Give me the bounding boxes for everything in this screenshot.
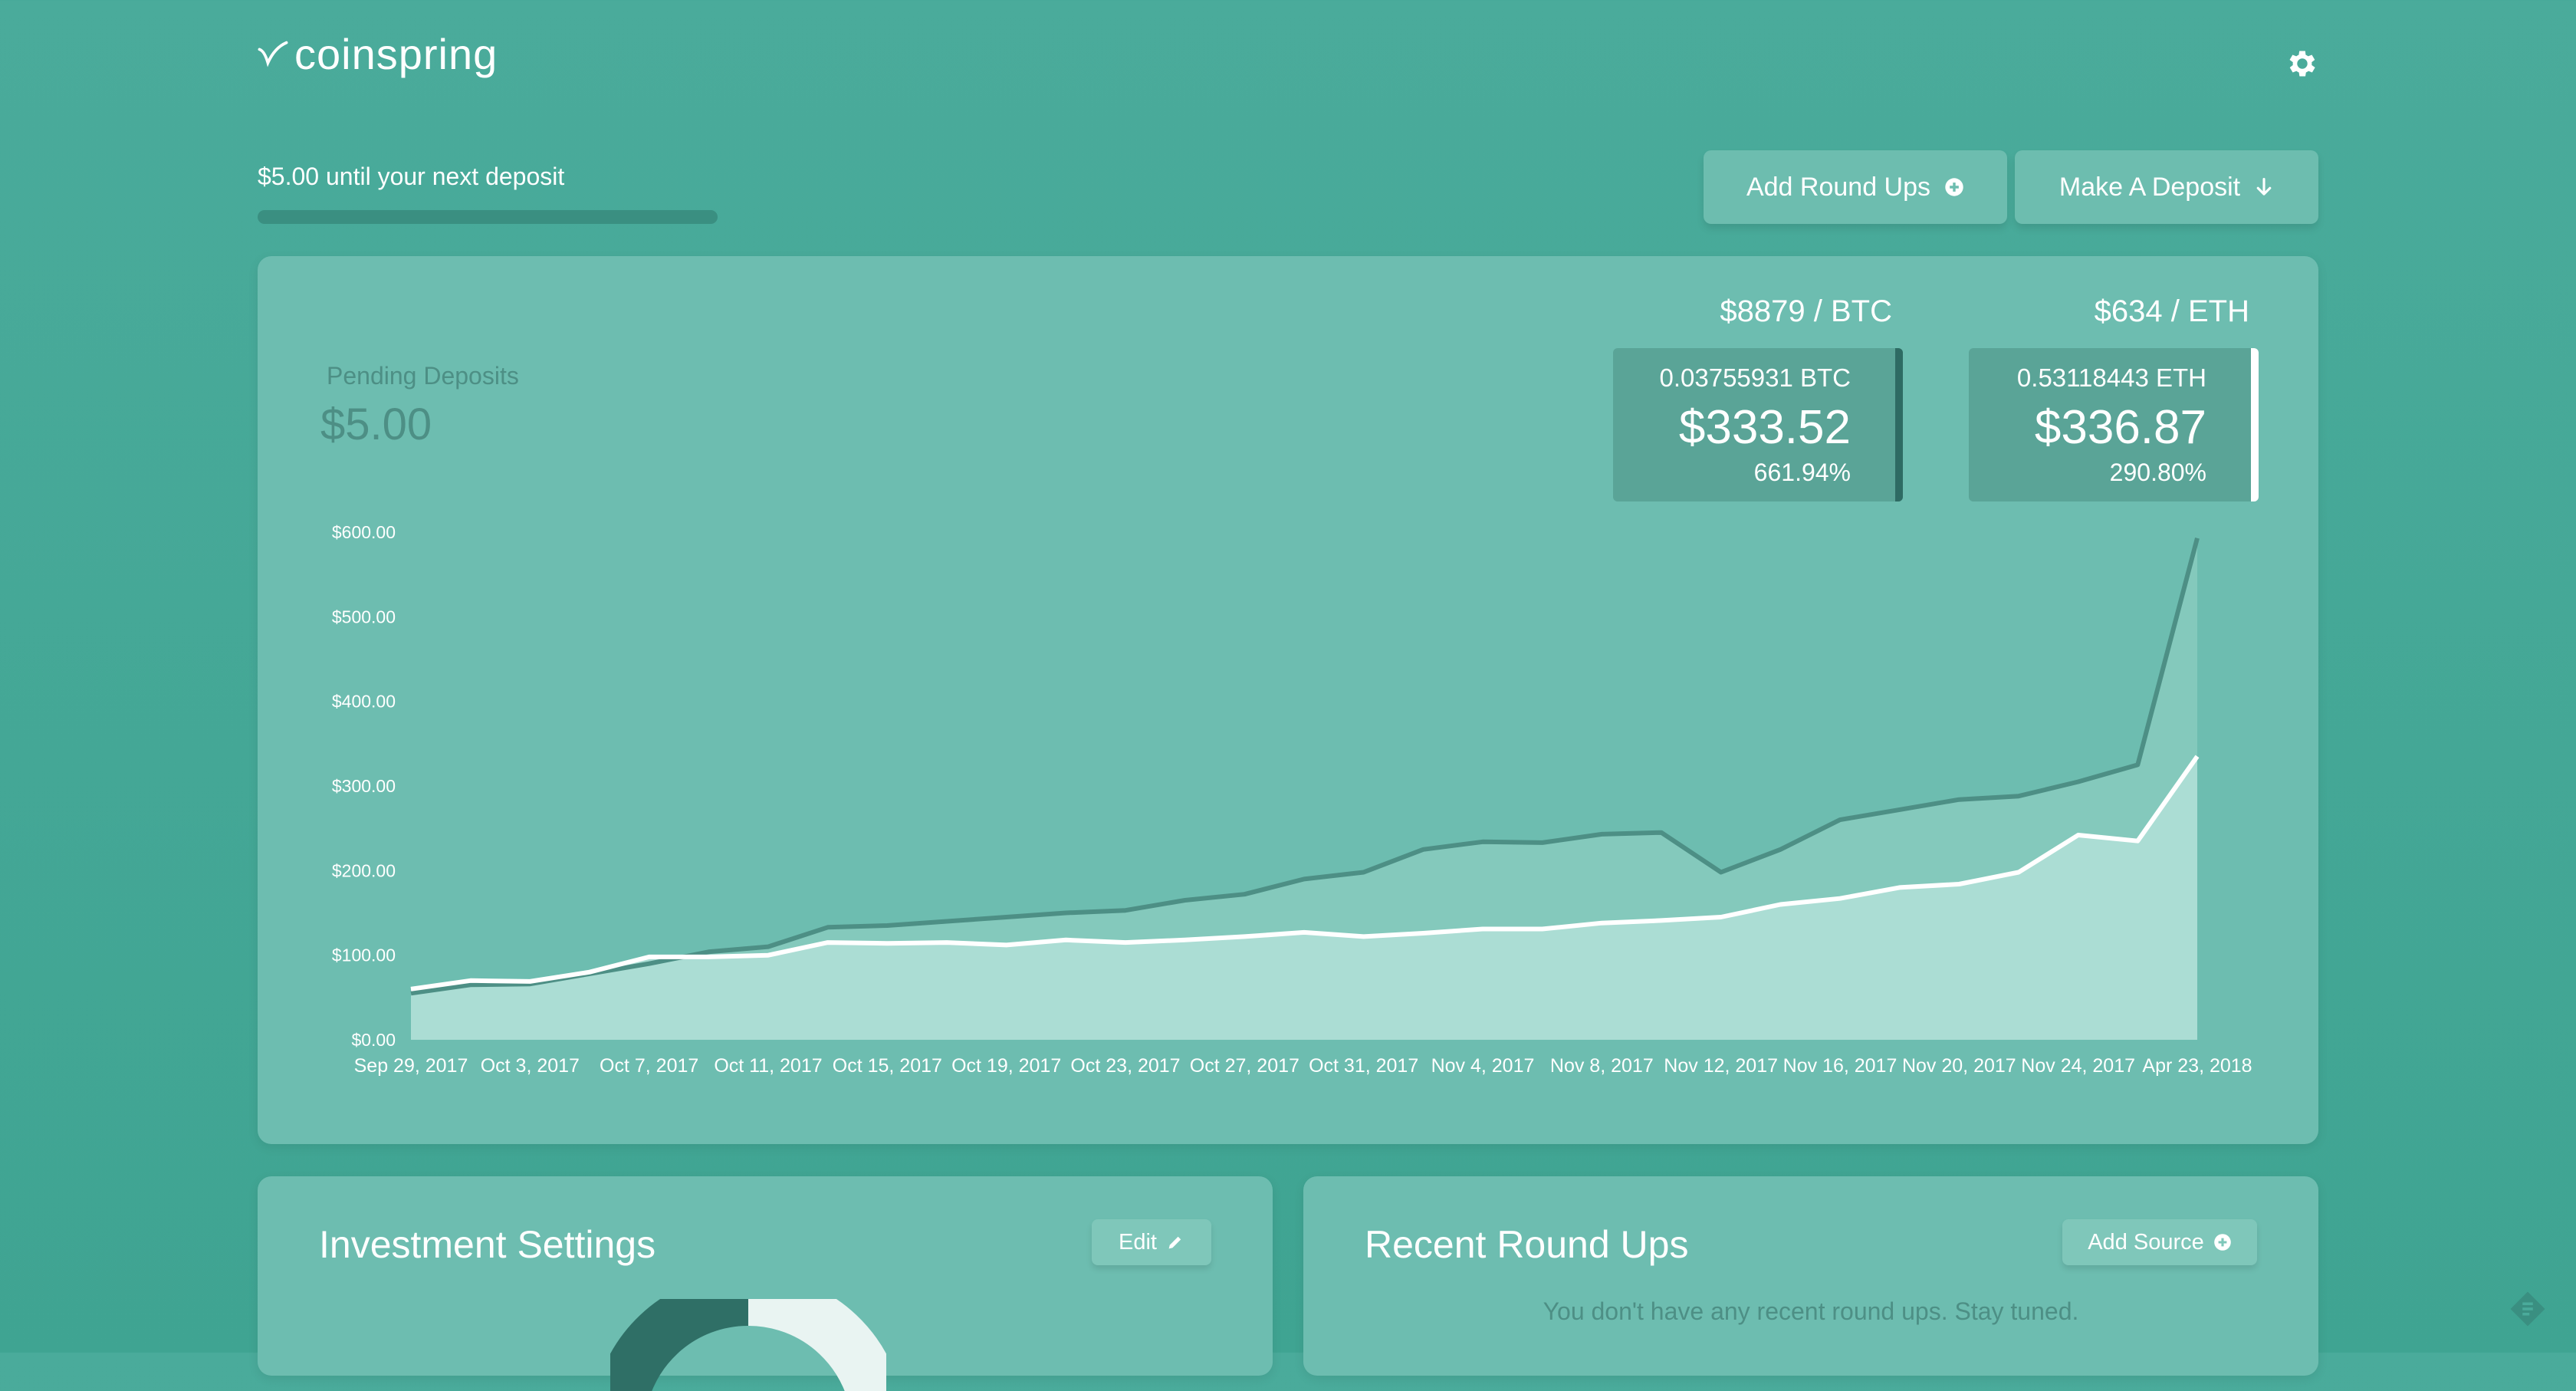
x-tick-label: Oct 7, 2017 (600, 1055, 698, 1077)
gear-icon[interactable] (2285, 46, 2320, 81)
x-tick-label: Nov 24, 2017 (2021, 1055, 2135, 1077)
y-tick-label: $0.00 (351, 1030, 396, 1050)
add-round-ups-label: Add Round Ups (1746, 172, 1931, 202)
x-tick-label: Oct 27, 2017 (1190, 1055, 1300, 1077)
deposit-progress-bar (258, 210, 718, 224)
y-tick-label: $600.00 (332, 522, 396, 542)
investment-settings-card: Investment Settings Edit (258, 1176, 1273, 1391)
recent-round-ups-card: Recent Round Ups Add Source You don't ha… (1303, 1176, 2318, 1376)
make-deposit-button[interactable]: Make A Deposit (2015, 150, 2318, 224)
y-tick-label: $300.00 (332, 776, 396, 796)
leaf-check-icon (258, 41, 288, 67)
make-deposit-label: Make A Deposit (2058, 172, 2241, 202)
edit-button[interactable]: Edit (1092, 1219, 1211, 1265)
plus-circle-icon (1945, 178, 1963, 196)
plus-circle-icon (2213, 1234, 2231, 1251)
y-tick-label: $200.00 (332, 860, 396, 880)
add-source-label: Add Source (2088, 1229, 2204, 1255)
feedback-icon[interactable] (2507, 1288, 2548, 1330)
x-tick-label: Oct 23, 2017 (1070, 1055, 1180, 1077)
portfolio-value-chart: $0.00 $100.00 $200.00 $300.00 $400.00 $500.00… (332, 522, 2252, 1077)
y-tick-label: $100.00 (332, 945, 396, 965)
x-tick-label: Oct 31, 2017 (1309, 1055, 1418, 1077)
x-tick-label: Oct 11, 2017 (714, 1055, 822, 1077)
app-name: coinspring (294, 30, 498, 78)
x-tick-label: Oct 19, 2017 (951, 1055, 1061, 1077)
investment-settings-title: Investment Settings (319, 1223, 656, 1266)
x-tick-label: Nov 12, 2017 (1664, 1055, 1778, 1077)
x-tick-label: Oct 3, 2017 (481, 1055, 580, 1077)
recent-round-ups-title: Recent Round Ups (1365, 1223, 1689, 1266)
x-tick-label: Nov 20, 2017 (1902, 1055, 2016, 1077)
x-tick-label: Nov 16, 2017 (1783, 1055, 1898, 1077)
x-tick-label: Nov 4, 2017 (1431, 1055, 1535, 1077)
add-source-button[interactable]: Add Source (2062, 1219, 2257, 1265)
y-tick-label: $400.00 (332, 692, 396, 712)
x-tick-label: Apr 23, 2018 (2142, 1055, 2252, 1077)
x-tick-label: Oct 15, 2017 (833, 1055, 942, 1077)
next-deposit-text: $5.00 until your next deposit (258, 163, 565, 190)
portfolio-card: Pending Deposits $5.00 $8879 / BTC 0.037… (258, 256, 2318, 1144)
round-ups-empty-message: You don't have any recent round ups. Sta… (1543, 1297, 2079, 1325)
app-logo[interactable]: coinspring (256, 29, 498, 79)
add-round-ups-button[interactable]: Add Round Ups (1704, 150, 2007, 224)
x-tick-label: Sep 29, 2017 (354, 1055, 468, 1077)
edit-label: Edit (1119, 1229, 1157, 1255)
allocation-donut-chart (610, 1299, 886, 1391)
x-tick-label: Nov 8, 2017 (1550, 1055, 1654, 1077)
arrow-down-icon (2256, 178, 2272, 196)
y-tick-label: $500.00 (332, 607, 396, 626)
pencil-icon (1168, 1236, 1181, 1249)
